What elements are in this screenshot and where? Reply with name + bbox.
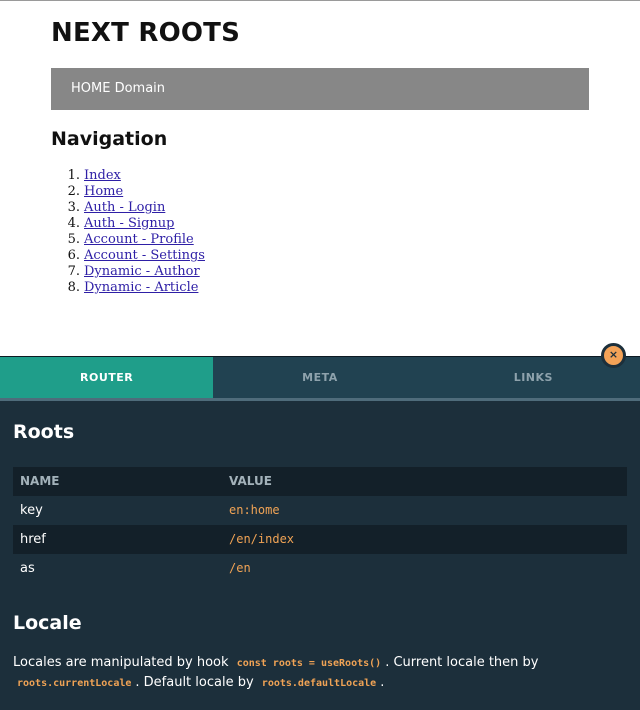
column-header-name: NAME [20,474,60,488]
close-icon[interactable]: × [601,343,626,368]
row-value: /en/index [229,532,295,546]
nav-link-dynamic-author[interactable]: Dynamic - Author [84,264,200,279]
item-number: 1. [67,168,80,183]
table-row: href /en/index [13,525,627,554]
nav-link-auth-signup[interactable]: Auth - Signup [84,216,174,231]
item-number: 4. [67,216,80,231]
code-snippet: const roots = useRoots() [236,658,382,669]
tab-router[interactable]: ROUTER [0,357,214,398]
item-number: 7. [67,264,80,279]
locale-text-part: Locales are manipulated by hook [13,655,229,670]
domain-banner: HOME Domain [51,68,589,110]
table-row: as /en [13,554,627,583]
devtools-tabs: ROUTER META LINKS [0,357,640,401]
roots-heading: Roots [13,421,75,443]
top-divider [0,0,640,1]
navigation-list: 1. Index 2. Home 3. Auth - Login 4. Auth - S… [51,168,205,296]
list-item: 4. Auth - Signup [51,216,205,232]
nav-link-account-profile[interactable]: Account - Profile [84,232,194,247]
tab-meta[interactable]: META [213,357,426,398]
list-item: 8. Dynamic - Article [51,280,205,296]
row-name: href [20,532,46,547]
table-header-row: NAME VALUE [13,467,627,496]
nav-link-auth-login[interactable]: Auth - Login [84,200,165,215]
list-item: 2. Home [51,184,205,200]
list-item: 1. Index [51,168,205,184]
nav-link-dynamic-article[interactable]: Dynamic - Article [84,280,198,295]
locale-text-part: . Default locale by [135,675,254,690]
code-snippet: roots.defaultLocale [261,678,377,689]
list-item: 5. Account - Profile [51,232,205,248]
row-name: as [20,561,35,576]
locale-text-part: . Current locale then by [385,655,539,670]
site-title: NEXT ROOTS [51,18,241,48]
nav-link-account-settings[interactable]: Account - Settings [84,248,205,263]
devtools-panel: ROUTER META LINKS × Roots NAME VALUE key… [0,343,640,710]
locale-text-part: . [380,675,385,690]
item-number: 5. [67,232,80,247]
code-snippet: roots.currentLocale [17,678,132,689]
row-name: key [20,503,43,518]
navigation-heading: Navigation [51,128,168,150]
column-header-value: VALUE [229,474,272,488]
item-number: 6. [67,248,80,263]
row-value: en:home [229,503,280,517]
list-item: 7. Dynamic - Author [51,264,205,280]
table-row: key en:home [13,496,627,525]
nav-link-home[interactable]: Home [84,184,123,199]
item-number: 3. [67,200,80,215]
router-content: Roots NAME VALUE key en:home href /en/in… [13,421,627,690]
locale-description: Locales are manipulated by hook const ro… [13,653,627,693]
list-item: 3. Auth - Login [51,200,205,216]
row-value: /en [229,561,251,575]
locale-heading: Locale [13,612,82,634]
item-number: 8. [67,280,80,295]
roots-table: NAME VALUE key en:home href /en/index as… [13,467,627,583]
nav-link-index[interactable]: Index [84,168,121,183]
item-number: 2. [67,184,80,199]
list-item: 6. Account - Settings [51,248,205,264]
